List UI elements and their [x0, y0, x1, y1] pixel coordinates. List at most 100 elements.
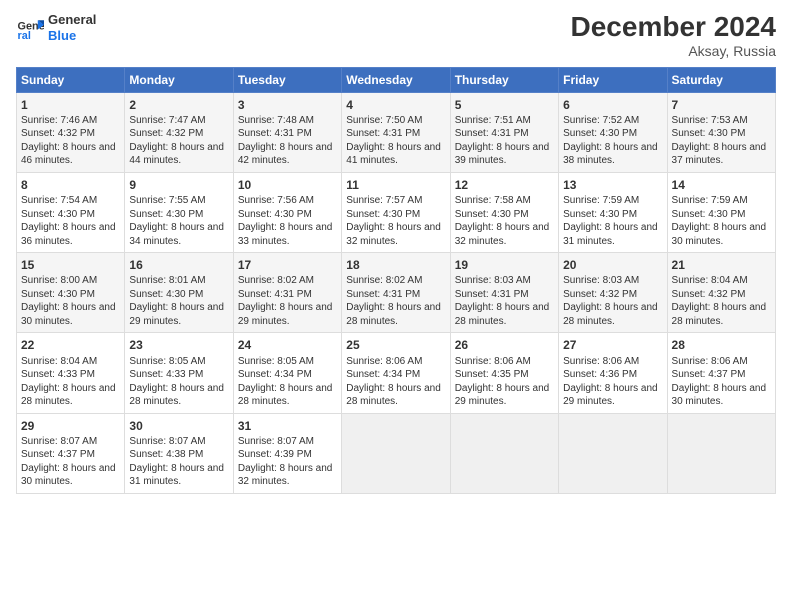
calendar-cell: 24Sunrise: 8:05 AMSunset: 4:34 PMDayligh… — [233, 333, 341, 413]
sunset-label: Sunset: 4:30 PM — [346, 209, 420, 220]
calendar-cell — [450, 413, 558, 493]
daylight-label: Daylight: 8 hours and 37 minutes. — [672, 142, 767, 167]
calendar-cell: 17Sunrise: 8:02 AMSunset: 4:31 PMDayligh… — [233, 253, 341, 333]
sunrise-label: Sunrise: 8:04 AM — [21, 356, 97, 367]
sunset-label: Sunset: 4:32 PM — [672, 289, 746, 300]
day-number: 8 — [21, 177, 120, 193]
header-monday: Monday — [125, 67, 233, 92]
sunrise-label: Sunrise: 7:48 AM — [238, 115, 314, 126]
calendar-cell: 29Sunrise: 8:07 AMSunset: 4:37 PMDayligh… — [17, 413, 125, 493]
daylight-label: Daylight: 8 hours and 28 minutes. — [21, 383, 116, 408]
day-number: 27 — [563, 337, 662, 353]
sunset-label: Sunset: 4:35 PM — [455, 369, 529, 380]
daylight-label: Daylight: 8 hours and 32 minutes. — [346, 222, 441, 247]
sunset-label: Sunset: 4:30 PM — [563, 209, 637, 220]
header-saturday: Saturday — [667, 67, 775, 92]
logo: Gene ral General Blue — [16, 12, 96, 43]
svg-text:ral: ral — [18, 29, 31, 41]
calendar-cell: 21Sunrise: 8:04 AMSunset: 4:32 PMDayligh… — [667, 253, 775, 333]
sunset-label: Sunset: 4:30 PM — [129, 209, 203, 220]
calendar-week-2: 8Sunrise: 7:54 AMSunset: 4:30 PMDaylight… — [17, 172, 776, 252]
daylight-label: Daylight: 8 hours and 29 minutes. — [455, 383, 550, 408]
header-wednesday: Wednesday — [342, 67, 450, 92]
day-number: 16 — [129, 257, 228, 273]
sunrise-label: Sunrise: 8:07 AM — [129, 436, 205, 447]
day-number: 21 — [672, 257, 771, 273]
sunset-label: Sunset: 4:30 PM — [129, 289, 203, 300]
sunset-label: Sunset: 4:30 PM — [238, 209, 312, 220]
day-number: 7 — [672, 97, 771, 113]
calendar-cell: 16Sunrise: 8:01 AMSunset: 4:30 PMDayligh… — [125, 253, 233, 333]
title-block: December 2024 Aksay, Russia — [571, 12, 776, 59]
sunset-label: Sunset: 4:30 PM — [672, 209, 746, 220]
header-friday: Friday — [559, 67, 667, 92]
day-number: 13 — [563, 177, 662, 193]
daylight-label: Daylight: 8 hours and 28 minutes. — [563, 302, 658, 327]
daylight-label: Daylight: 8 hours and 32 minutes. — [238, 463, 333, 488]
calendar-cell: 18Sunrise: 8:02 AMSunset: 4:31 PMDayligh… — [342, 253, 450, 333]
daylight-label: Daylight: 8 hours and 41 minutes. — [346, 142, 441, 167]
sunset-label: Sunset: 4:32 PM — [129, 128, 203, 139]
daylight-label: Daylight: 8 hours and 28 minutes. — [455, 302, 550, 327]
daylight-label: Daylight: 8 hours and 28 minutes. — [129, 383, 224, 408]
sunrise-label: Sunrise: 7:47 AM — [129, 115, 205, 126]
day-number: 18 — [346, 257, 445, 273]
calendar-cell: 19Sunrise: 8:03 AMSunset: 4:31 PMDayligh… — [450, 253, 558, 333]
sunset-label: Sunset: 4:31 PM — [346, 289, 420, 300]
day-number: 9 — [129, 177, 228, 193]
sunrise-label: Sunrise: 7:52 AM — [563, 115, 639, 126]
day-number: 22 — [21, 337, 120, 353]
page-subtitle: Aksay, Russia — [571, 43, 776, 59]
calendar-week-1: 1Sunrise: 7:46 AMSunset: 4:32 PMDaylight… — [17, 92, 776, 172]
day-number: 28 — [672, 337, 771, 353]
calendar-cell: 3Sunrise: 7:48 AMSunset: 4:31 PMDaylight… — [233, 92, 341, 172]
header: Gene ral General Blue December 2024 Aksa… — [16, 12, 776, 59]
sunrise-label: Sunrise: 8:05 AM — [238, 356, 314, 367]
calendar-cell: 8Sunrise: 7:54 AMSunset: 4:30 PMDaylight… — [17, 172, 125, 252]
sunset-label: Sunset: 4:39 PM — [238, 449, 312, 460]
sunrise-label: Sunrise: 8:06 AM — [346, 356, 422, 367]
day-number: 3 — [238, 97, 337, 113]
calendar-table: SundayMondayTuesdayWednesdayThursdayFrid… — [16, 67, 776, 494]
day-number: 12 — [455, 177, 554, 193]
calendar-week-4: 22 Sunrise: 8:04 AM Sunset: 4:33 PM Dayligh… — [17, 333, 776, 413]
day-number: 26 — [455, 337, 554, 353]
page-container: Gene ral General Blue December 2024 Aksa… — [0, 0, 792, 504]
sunset-label: Sunset: 4:30 PM — [672, 128, 746, 139]
calendar-cell — [342, 413, 450, 493]
sunset-label: Sunset: 4:31 PM — [238, 289, 312, 300]
day-number: 4 — [346, 97, 445, 113]
sunset-label: Sunset: 4:34 PM — [238, 369, 312, 380]
sunrise-label: Sunrise: 8:07 AM — [238, 436, 314, 447]
daylight-label: Daylight: 8 hours and 30 minutes. — [672, 383, 767, 408]
daylight-label: Daylight: 8 hours and 44 minutes. — [129, 142, 224, 167]
daylight-label: Daylight: 8 hours and 42 minutes. — [238, 142, 333, 167]
day-number: 20 — [563, 257, 662, 273]
daylight-label: Daylight: 8 hours and 30 minutes. — [21, 463, 116, 488]
daylight-label: Daylight: 8 hours and 29 minutes. — [129, 302, 224, 327]
sunrise-label: Sunrise: 7:46 AM — [21, 115, 97, 126]
sunrise-label: Sunrise: 7:59 AM — [563, 195, 639, 206]
sunset-label: Sunset: 4:33 PM — [129, 369, 203, 380]
daylight-label: Daylight: 8 hours and 38 minutes. — [563, 142, 658, 167]
daylight-label: Daylight: 8 hours and 30 minutes. — [21, 302, 116, 327]
sunrise-label: Sunrise: 7:57 AM — [346, 195, 422, 206]
day-number: 29 — [21, 418, 120, 434]
calendar-cell: 10Sunrise: 7:56 AMSunset: 4:30 PMDayligh… — [233, 172, 341, 252]
calendar-cell: 14Sunrise: 7:59 AMSunset: 4:30 PMDayligh… — [667, 172, 775, 252]
sunrise-label: Sunrise: 8:06 AM — [672, 356, 748, 367]
sunrise-label: Sunrise: 7:59 AM — [672, 195, 748, 206]
calendar-cell: 30Sunrise: 8:07 AMSunset: 4:38 PMDayligh… — [125, 413, 233, 493]
sunset-label: Sunset: 4:30 PM — [563, 128, 637, 139]
daylight-label: Daylight: 8 hours and 33 minutes. — [238, 222, 333, 247]
calendar-cell: 15Sunrise: 8:00 AMSunset: 4:30 PMDayligh… — [17, 253, 125, 333]
calendar-cell: 11Sunrise: 7:57 AMSunset: 4:30 PMDayligh… — [342, 172, 450, 252]
sunrise-label: Sunrise: 7:51 AM — [455, 115, 531, 126]
daylight-label: Daylight: 8 hours and 31 minutes. — [563, 222, 658, 247]
calendar-cell: 9Sunrise: 7:55 AMSunset: 4:30 PMDaylight… — [125, 172, 233, 252]
sunset-label: Sunset: 4:31 PM — [346, 128, 420, 139]
day-number: 23 — [129, 337, 228, 353]
header-sunday: Sunday — [17, 67, 125, 92]
sunrise-label: Sunrise: 7:53 AM — [672, 115, 748, 126]
day-number: 17 — [238, 257, 337, 273]
